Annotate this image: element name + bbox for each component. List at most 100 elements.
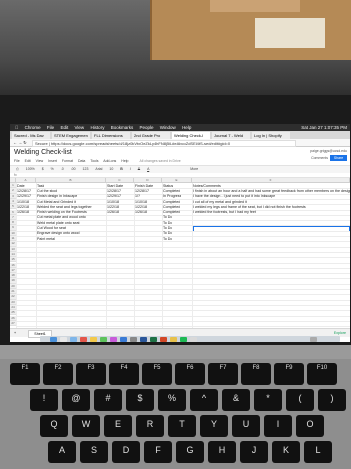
table-cell[interactable]: To Do — [163, 237, 172, 241]
browser-tab[interactable]: FLL Dimensions — [92, 132, 130, 139]
spreadsheet-grid[interactable]: A B C D E F 1 2 3 4 5 6 7 8 9 10 11 12 13 14 15 16 17 18 1… — [10, 178, 350, 328]
decimal-increase-button[interactable]: .00 — [71, 167, 76, 171]
keyboard-key[interactable]: F5 — [142, 363, 172, 385]
table-cell[interactable]: Finish welding on the Footrests — [37, 210, 87, 214]
browser-tab[interactable]: STEM Engagemen — [52, 132, 90, 139]
print-icon[interactable]: ⎙ — [16, 167, 19, 171]
finder-icon[interactable] — [50, 337, 57, 342]
keyboard-key[interactable]: E — [104, 415, 132, 437]
column-header[interactable]: B — [36, 178, 106, 183]
header-cell[interactable]: Task — [37, 184, 44, 188]
zoom-select[interactable]: 100% — [26, 167, 35, 171]
keyboard-key[interactable]: J — [240, 441, 268, 463]
menu-people[interactable]: People — [140, 125, 154, 130]
keyboard-key[interactable]: ( — [286, 389, 314, 411]
keyboard-key[interactable]: T — [168, 415, 196, 437]
font-select[interactable]: Arial — [95, 167, 102, 171]
table-cell[interactable]: To Do — [163, 215, 172, 219]
docs-menu-format[interactable]: Format — [62, 159, 73, 163]
table-cell[interactable]: I welded the footrests, but I had my fee… — [193, 210, 256, 214]
table-cell[interactable]: Completed — [163, 200, 180, 204]
italic-button[interactable]: I — [130, 167, 131, 171]
currency-button[interactable]: $ — [42, 167, 44, 171]
table-cell[interactable]: 12/29/17 — [17, 194, 31, 198]
settings-icon[interactable] — [130, 337, 137, 342]
keyboard-key[interactable]: F2 — [43, 363, 73, 385]
header-cell[interactable]: Finish Date — [135, 184, 153, 188]
appstore-icon[interactable] — [120, 337, 127, 342]
docs-menu-data[interactable]: Data — [78, 159, 85, 163]
number-format-button[interactable]: 123 — [83, 167, 89, 171]
keyboard-key[interactable]: ! — [30, 389, 58, 411]
column-header[interactable]: E — [162, 178, 192, 183]
menu-help[interactable]: Help — [182, 125, 191, 130]
table-cell[interactable]: I have the design - I just need to put i… — [193, 194, 275, 198]
table-cell[interactable]: To Do — [163, 231, 172, 235]
column-header[interactable]: D — [134, 178, 162, 183]
account-email[interactable]: paige.griggs@ucsd.edu — [310, 149, 347, 153]
table-cell[interactable]: I welded my legs and frame of the seat, … — [193, 205, 306, 209]
keyboard-key[interactable]: L — [304, 441, 332, 463]
table-cell[interactable]: 1/26/18 — [17, 210, 29, 214]
bold-button[interactable]: B — [120, 167, 123, 171]
keyboard-key[interactable]: ) — [318, 389, 346, 411]
table-cell[interactable]: 12/28/17 — [17, 189, 31, 193]
keyboard-key[interactable]: Q — [40, 415, 68, 437]
keyboard-key[interactable]: S — [80, 441, 108, 463]
table-cell[interactable]: Paint metal — [37, 237, 55, 241]
keyboard-key[interactable]: F6 — [175, 363, 205, 385]
table-cell[interactable]: Completed — [163, 205, 180, 209]
table-cell[interactable]: I finish in about an hour and a half and… — [193, 189, 350, 193]
doc-title[interactable]: Welding Check-list — [14, 149, 72, 156]
menu-window[interactable]: Window — [160, 125, 176, 130]
table-cell[interactable]: To Do — [163, 226, 172, 230]
launchpad-icon[interactable] — [60, 337, 67, 342]
decimal-decrease-button[interactable]: .0 — [61, 167, 64, 171]
browser-tab-active[interactable]: Welding Check-l — [172, 132, 210, 139]
keyboard-key[interactable]: F1 — [10, 363, 40, 385]
table-cell[interactable]: In Progress — [163, 194, 181, 198]
chrome-icon[interactable] — [170, 337, 177, 342]
keyboard-key[interactable]: K — [272, 441, 300, 463]
docs-menu-help[interactable]: Help — [121, 159, 128, 163]
table-cell[interactable]: Completed — [163, 189, 180, 193]
table-cell[interactable]: 1/10/18 — [107, 200, 119, 204]
keyboard-key[interactable]: F3 — [76, 363, 106, 385]
table-cell[interactable]: I cut all of my metal and grinded it — [193, 200, 247, 204]
keyboard-key[interactable]: A — [48, 441, 76, 463]
table-cell[interactable]: 1/22/18 — [107, 205, 119, 209]
docs-menu-tools[interactable]: Tools — [90, 159, 98, 163]
menu-edit[interactable]: Edit — [60, 125, 68, 130]
excel-icon[interactable] — [150, 337, 157, 342]
keyboard-key[interactable]: I — [264, 415, 292, 437]
back-icon[interactable]: ← — [13, 140, 17, 145]
browser-tab[interactable]: 2nd Grade Pro — [132, 132, 170, 139]
keyboard-key[interactable]: H — [208, 441, 236, 463]
notes-icon[interactable] — [90, 337, 97, 342]
table-cell[interactable]: 12/28/17 — [135, 189, 149, 193]
table-cell[interactable]: 1/? — [135, 194, 140, 198]
keyboard-key[interactable]: F8 — [241, 363, 271, 385]
docs-menu-view[interactable]: View — [36, 159, 44, 163]
table-cell[interactable]: Welded the seat and legs together — [37, 205, 92, 209]
header-cell[interactable]: Status — [163, 184, 173, 188]
table-cell[interactable]: 12/28/17 — [107, 189, 121, 193]
docs-menu-file[interactable]: File — [14, 159, 20, 163]
keyboard-key[interactable]: O — [296, 415, 324, 437]
keyboard-key[interactable]: % — [158, 389, 186, 411]
table-cell[interactable]: Completed — [163, 210, 180, 214]
table-cell[interactable]: Cut the stool — [37, 189, 57, 193]
table-cell[interactable]: 1/22/18 — [135, 205, 147, 209]
keyboard-key[interactable]: F — [144, 441, 172, 463]
column-header[interactable]: A — [16, 178, 36, 183]
keyboard-key[interactable]: & — [222, 389, 250, 411]
table-cell[interactable]: Cut metal plate and wood onto — [37, 215, 86, 219]
text-color-button[interactable]: A — [147, 167, 149, 171]
keyboard-key[interactable]: Y — [200, 415, 228, 437]
share-button[interactable]: Share — [330, 155, 347, 161]
keyboard-key[interactable]: @ — [62, 389, 90, 411]
menu-view[interactable]: View — [74, 125, 84, 130]
safari-icon[interactable] — [70, 337, 77, 342]
reload-icon[interactable]: ↻ — [23, 140, 26, 145]
browser-tab[interactable]: Log In | Shopify — [252, 132, 290, 139]
